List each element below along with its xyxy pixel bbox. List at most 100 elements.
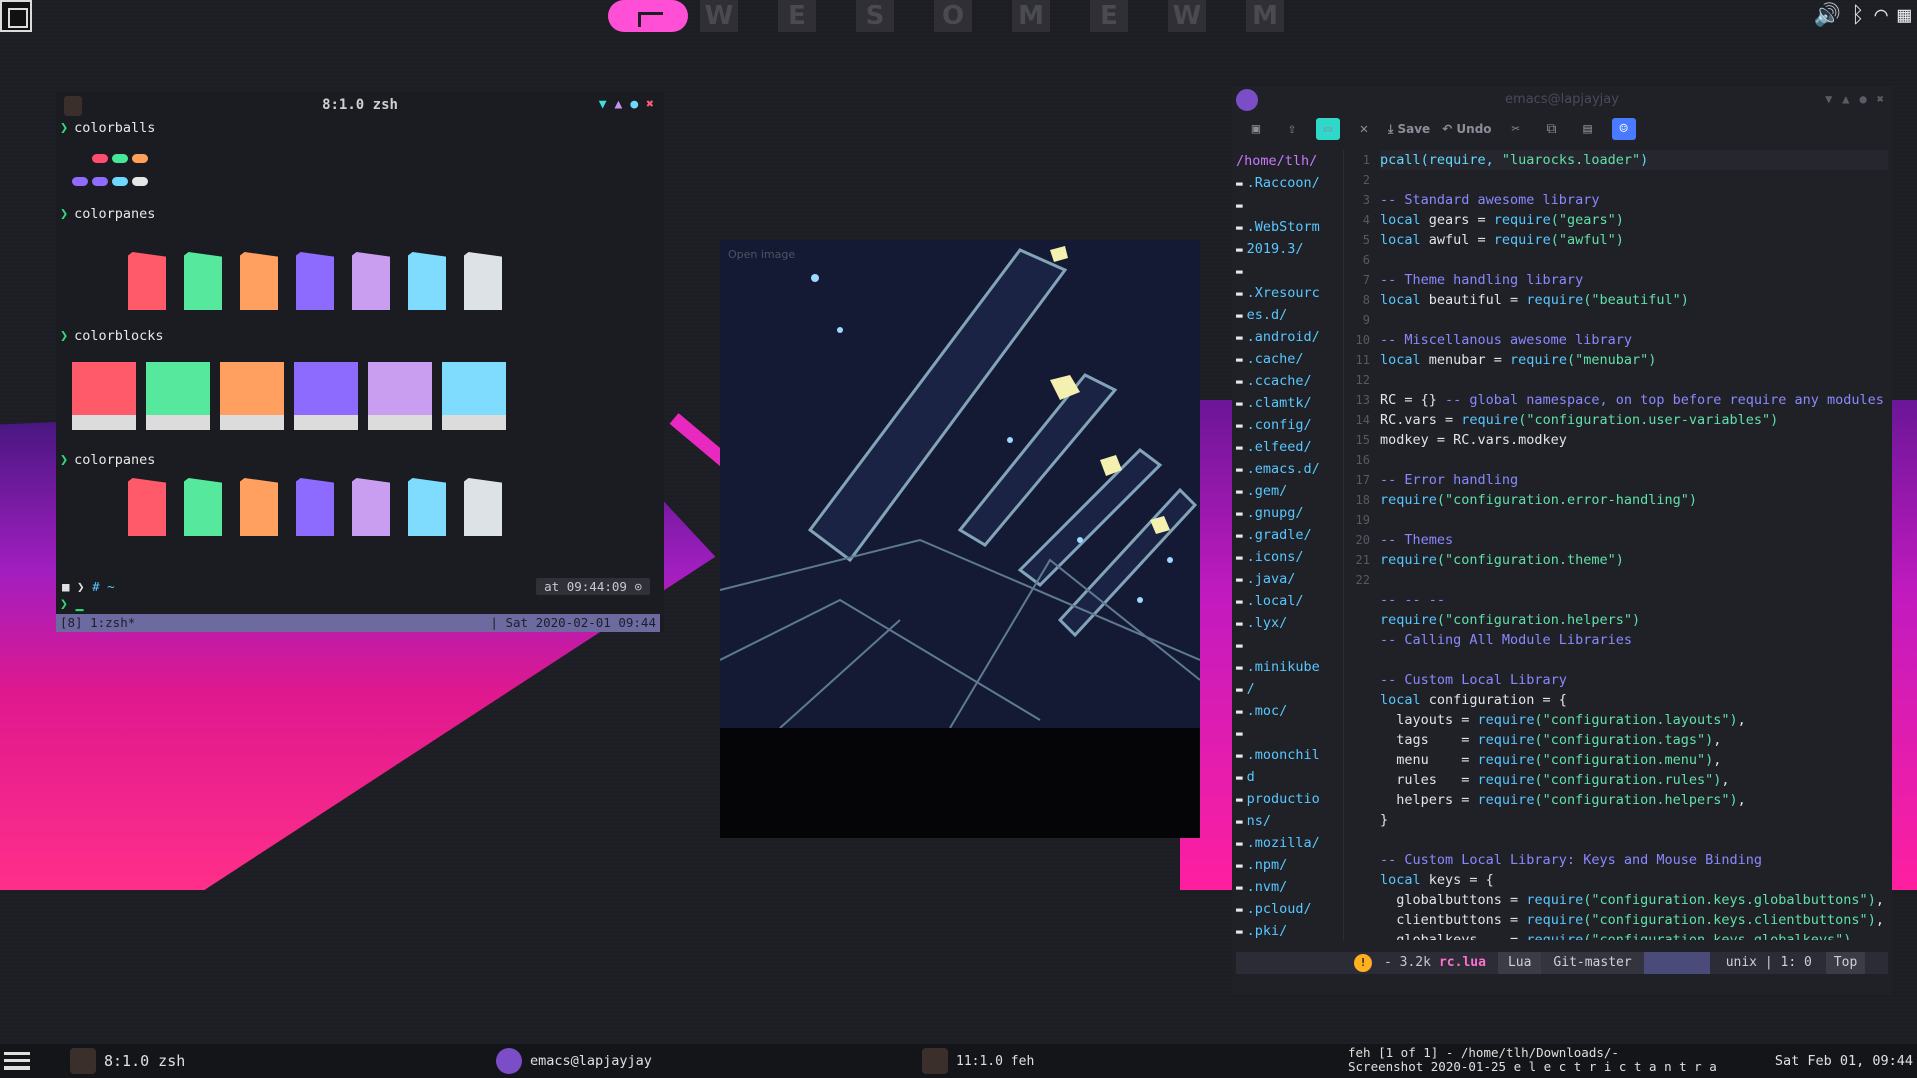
emacs-titlebar[interactable]: emacs@lapjayjay ▼ ▲ ● ✖ — [1232, 86, 1892, 114]
hamburger-icon[interactable] — [4, 1052, 30, 1070]
terminal-titlebar[interactable]: 8:1.0 zsh ▼ ▲ ● ✖ — [56, 92, 664, 120]
open-file-icon[interactable]: ⇧ — [1280, 118, 1304, 140]
tag-7[interactable]: W — [1168, 0, 1206, 32]
close-icon[interactable]: ✖ — [646, 97, 654, 112]
tree-folder[interactable]: ▬ .nvm/ — [1236, 876, 1343, 898]
tree-folder[interactable]: ▬ .pki/ — [1236, 920, 1343, 940]
code-token: RC = {} — [1380, 392, 1446, 408]
maximize-icon[interactable]: ▲ — [1842, 92, 1849, 106]
tree-folder[interactable]: ▬ .moc/ — [1236, 700, 1343, 722]
volume-icon[interactable]: 🔊 — [1814, 2, 1841, 30]
minimize-icon[interactable]: ▼ — [1825, 92, 1832, 106]
tree-folder[interactable]: ▬ .cache/ — [1236, 348, 1343, 370]
tag-1[interactable]: W — [700, 0, 738, 32]
tree-folder[interactable]: ▬ .moonchil — [1236, 744, 1343, 766]
tag-4[interactable]: O — [934, 0, 972, 32]
tree-folder[interactable]: ▬ — [1236, 722, 1343, 744]
tmux-session[interactable]: [8] 1:zsh* — [60, 615, 135, 630]
tree-folder[interactable]: ▬ .mozilla/ — [1236, 832, 1343, 854]
wifi-icon[interactable]: ◠ — [1875, 2, 1888, 30]
line-number: 19 — [1355, 513, 1370, 527]
code-token: -- Themes — [1380, 532, 1454, 548]
tree-folder[interactable]: ▬ .gem/ — [1236, 480, 1343, 502]
tree-folder[interactable]: ▬ .lyx/ — [1236, 612, 1343, 634]
clock[interactable]: Sat Feb 01, 09:44 — [1775, 1053, 1913, 1069]
task-emacs[interactable]: emacs@lapjayjay — [496, 1044, 652, 1078]
tree-folder[interactable]: ▬ .minikube — [1236, 656, 1343, 678]
tag-6[interactable]: E — [1090, 0, 1128, 32]
terminal-window[interactable]: 8:1.0 zsh ▼ ▲ ● ✖ ❯ colorballs ❯ colorpane… — [56, 92, 664, 632]
save-button[interactable]: ⤓ Save — [1388, 122, 1430, 137]
tree-folder[interactable]: ▬ .emacs.d/ — [1236, 458, 1343, 480]
maximize-icon[interactable]: ▲ — [615, 97, 623, 112]
tree-folder[interactable]: ▬ .java/ — [1236, 568, 1343, 590]
emacs-window[interactable]: emacs@lapjayjay ▼ ▲ ● ✖ ▣ ⇧ ▭ ✕ ⤓ Save ↶… — [1232, 86, 1892, 994]
colorpanes-output — [128, 252, 664, 314]
terminal-cursor[interactable]: ❯ ▁ — [60, 597, 83, 612]
file-tree[interactable]: /home/tlh/▬ .Raccoon/▬ ▬ .WebStorm ▬ 2019.3/▬… — [1236, 150, 1344, 940]
sticky-icon[interactable]: ● — [630, 97, 638, 112]
sticky-icon[interactable]: ● — [1860, 92, 1867, 106]
awesome-logo[interactable] — [608, 0, 688, 32]
tag-8[interactable]: M — [1246, 0, 1284, 32]
user-avatar-icon[interactable]: ☺ — [1611, 118, 1636, 140]
task-terminal[interactable]: 8:1.0 zsh — [70, 1044, 185, 1078]
minimize-icon[interactable]: ▼ — [599, 97, 607, 112]
copy-icon[interactable]: ⧉ — [1540, 118, 1564, 140]
system-tray: 🔊 ᛒ ◠ ▦ — [1814, 2, 1911, 30]
major-mode[interactable]: Lua — [1497, 952, 1542, 974]
tree-folder[interactable]: ▬ .Xresourc — [1236, 282, 1343, 304]
tag-2[interactable]: E — [778, 0, 816, 32]
folder-icon: ▬ — [1236, 749, 1243, 762]
tree-folder[interactable]: ▬ .elfeed/ — [1236, 436, 1343, 458]
tree-label: .moonchil — [1246, 747, 1320, 763]
tree-folder[interactable]: ▬ .WebStorm — [1236, 216, 1343, 238]
tree-folder[interactable]: ▬ .pcloud/ — [1236, 898, 1343, 920]
tree-folder[interactable]: ▬ .config/ — [1236, 414, 1343, 436]
code-token: -- Custom Local Library: Keys and Mouse … — [1380, 852, 1763, 868]
code-line: layouts = require("configuration.layouts… — [1380, 710, 1888, 730]
cut-icon[interactable]: ✂ — [1504, 118, 1528, 140]
tree-folder[interactable]: ▬ .android/ — [1236, 326, 1343, 348]
dired-icon[interactable]: ▭ — [1316, 118, 1340, 140]
new-file-icon[interactable]: ▣ — [1244, 118, 1268, 140]
tree-folder[interactable]: ▬ es.d/ — [1236, 304, 1343, 326]
close-buffer-icon[interactable]: ✕ — [1352, 118, 1376, 140]
tree-folder[interactable]: ▬ / — [1236, 678, 1343, 700]
tree-folder[interactable]: ▬ .clamtk/ — [1236, 392, 1343, 414]
tree-folder[interactable]: ▬ — [1236, 194, 1343, 216]
tree-folder[interactable]: ▬ productio — [1236, 788, 1343, 810]
grid-icon[interactable]: ▦ — [1898, 2, 1911, 30]
tree-root[interactable]: /home/tlh/ — [1236, 150, 1343, 172]
tree-folder[interactable]: ▬ .gradle/ — [1236, 524, 1343, 546]
tag-5[interactable]: M — [1012, 0, 1050, 32]
tree-folder[interactable]: ▬ ns/ — [1236, 810, 1343, 832]
tree-folder[interactable]: ▬ d — [1236, 766, 1343, 788]
tree-folder[interactable]: ▬ .gnupg/ — [1236, 502, 1343, 524]
task-feh[interactable]: 11:1.0 feh — [922, 1044, 1034, 1078]
tree-folder[interactable]: ▬ 2019.3/ — [1236, 238, 1343, 260]
warning-icon[interactable]: ! — [1354, 954, 1372, 972]
feh-image-window[interactable]: Open image — [720, 240, 1200, 838]
tree-folder[interactable]: ▬ — [1236, 260, 1343, 282]
close-icon[interactable]: ✖ — [1877, 92, 1884, 106]
tree-folder[interactable]: ▬ .local/ — [1236, 590, 1343, 612]
code-token: , — [1875, 892, 1884, 908]
paste-icon[interactable]: ▤ — [1576, 118, 1600, 140]
bluetooth-icon[interactable]: ᛒ — [1851, 2, 1864, 30]
floating-layout-icon[interactable] — [0, 0, 32, 32]
git-branch[interactable]: Git-master — [1541, 952, 1644, 974]
tree-folder[interactable]: ▬ .Raccoon/ — [1236, 172, 1343, 194]
tree-folder[interactable]: ▬ .icons/ — [1236, 546, 1343, 568]
tree-label: .clamtk/ — [1246, 395, 1312, 411]
tag-3[interactable]: S — [856, 0, 894, 32]
tree-folder[interactable]: ▬ .ccache/ — [1236, 370, 1343, 392]
undo-button[interactable]: ↶ Undo — [1442, 122, 1491, 136]
tree-folder[interactable]: ▬ .npm/ — [1236, 854, 1343, 876]
tree-folder[interactable]: ▬ — [1236, 634, 1343, 656]
code-line: -- Error handling — [1380, 470, 1888, 490]
color-block — [442, 362, 506, 430]
command-line: ❯ colorpanes — [60, 206, 156, 222]
color-ball — [92, 154, 108, 163]
code-editor[interactable]: pcall(require, "luarocks.loader") -- Stan… — [1380, 150, 1888, 940]
